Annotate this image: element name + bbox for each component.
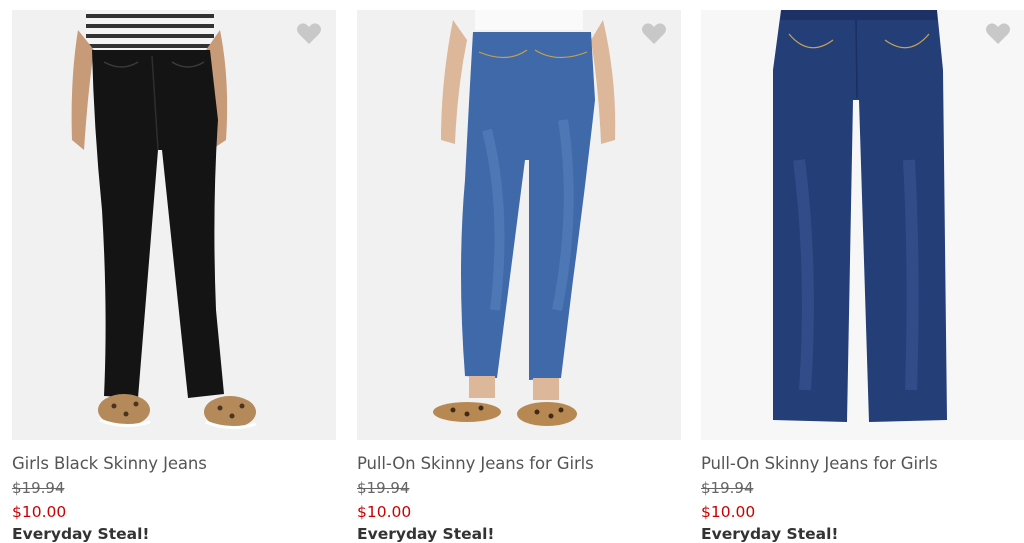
product-title[interactable]: Pull-On Skinny Jeans for Girls <box>701 454 938 473</box>
original-price: $19.94 <box>12 479 65 497</box>
product-grid: Girls Black Skinny Jeans $19.94 $10.00 E… <box>0 0 1024 543</box>
product-card[interactable]: Pull-On Skinny Jeans for Girls $19.94 $1… <box>701 0 1024 543</box>
product-image[interactable] <box>12 10 336 440</box>
product-image[interactable] <box>701 10 1024 440</box>
favorite-heart-icon[interactable] <box>296 22 322 46</box>
product-image[interactable] <box>357 10 681 440</box>
product-title[interactable]: Girls Black Skinny Jeans <box>12 454 207 473</box>
promo-badge: Everyday Steal! <box>12 525 150 543</box>
original-price: $19.94 <box>701 479 754 497</box>
promo-badge: Everyday Steal! <box>701 525 839 543</box>
promo-badge: Everyday Steal! <box>357 525 495 543</box>
favorite-heart-icon[interactable] <box>641 22 667 46</box>
sale-price: $10.00 <box>701 503 756 521</box>
product-title[interactable]: Pull-On Skinny Jeans for Girls <box>357 454 594 473</box>
product-card[interactable]: Girls Black Skinny Jeans $19.94 $10.00 E… <box>12 0 336 543</box>
sale-price: $10.00 <box>12 503 67 521</box>
sale-price: $10.00 <box>357 503 412 521</box>
original-price: $19.94 <box>357 479 410 497</box>
favorite-heart-icon[interactable] <box>985 22 1011 46</box>
product-card[interactable]: Pull-On Skinny Jeans for Girls $19.94 $1… <box>357 0 681 543</box>
